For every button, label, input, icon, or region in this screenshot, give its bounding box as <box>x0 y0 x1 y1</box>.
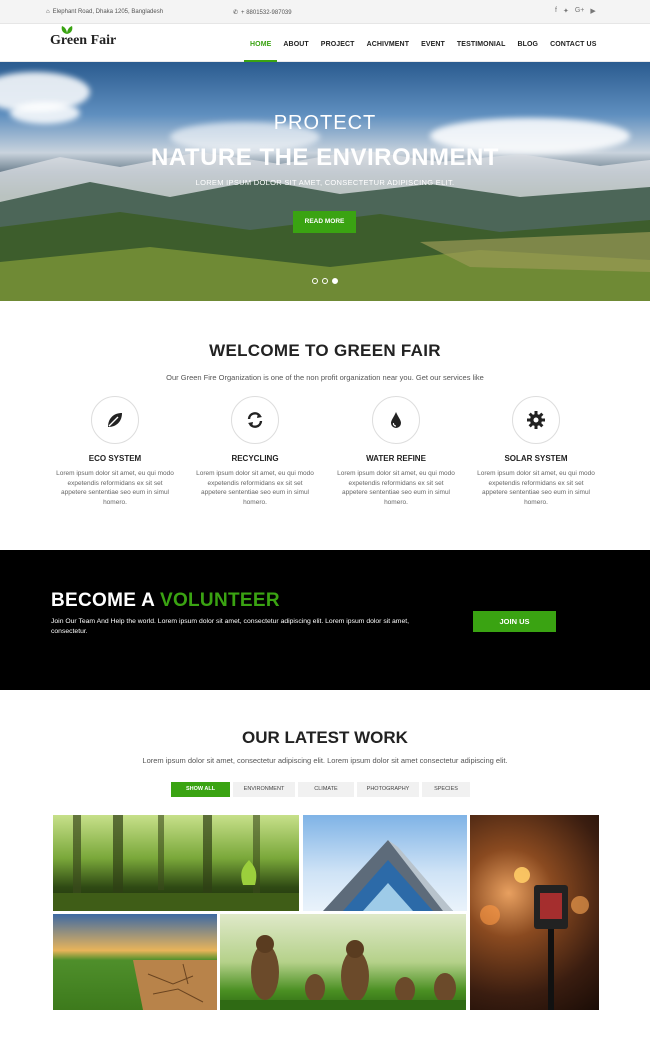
feature-icon-circle <box>91 396 139 444</box>
address: ⌂ Elephant Road, Dhaka 1205, Bangladesh <box>46 9 163 15</box>
latest-work-subtitle: Lorem ipsum dolor sit amet, consectetur … <box>142 756 508 765</box>
nav-blog[interactable]: BLOG <box>511 24 544 62</box>
feature-icon-circle <box>372 396 420 444</box>
feature-title: ECO SYSTEM <box>88 454 142 463</box>
facebook-icon[interactable]: f <box>555 7 557 15</box>
filter-show-all[interactable]: SHOW ALL <box>171 782 230 797</box>
recycle-icon <box>247 412 263 428</box>
feature-text: Lorem ipsum dolor sit amet, eu qui modo … <box>196 470 314 506</box>
read-more-button[interactable]: READ MORE <box>293 211 356 233</box>
hero-line-1: PROTECT <box>273 112 377 134</box>
feature-title: WATER REFINE <box>366 454 426 463</box>
nav-testimonial[interactable]: TESTIMONIAL <box>451 24 512 62</box>
logo[interactable]: Green Fair <box>50 26 117 49</box>
top-bar: ⌂ Elephant Road, Dhaka 1205, Bangladesh ✆… <box>0 0 650 24</box>
hero-slider: PROTECT NATURE THE ENVIRONMENT LOREM IPS… <box>0 62 650 301</box>
feature-title: SOLAR SYSTEM <box>504 454 568 463</box>
volunteer-banner: BECOME A VOLUNTEER Join Our Team And Hel… <box>0 550 650 690</box>
gear-icon <box>527 411 545 429</box>
portfolio-item-building[interactable] <box>303 815 467 911</box>
portfolio-item-forest[interactable] <box>53 815 299 911</box>
twitter-icon[interactable]: ✦ <box>563 7 569 15</box>
water-drop-icon <box>391 412 401 428</box>
feature-icon-circle <box>512 396 560 444</box>
latest-work-title: OUR LATEST WORK <box>242 728 408 747</box>
feature-text: Lorem ipsum dolor sit amet, eu qui modo … <box>477 470 595 506</box>
slider-dot-2[interactable] <box>322 278 328 284</box>
forest-image <box>53 815 299 911</box>
welcome-subtitle: Our Green Fire Organization is one of th… <box>166 373 484 382</box>
nav-about[interactable]: ABOUT <box>277 24 314 62</box>
filter-photography[interactable]: PHOTOGRAPHY <box>357 782 419 797</box>
phone-text: + 8801532-987039 <box>241 10 292 16</box>
feature-water-refine: WATER REFINE Lorem ipsum dolor sit amet,… <box>331 396 461 507</box>
phone: ✆ + 8801532-987039 <box>233 9 292 16</box>
phone-icon: ✆ <box>233 10 239 16</box>
volunteer-title: BECOME A VOLUNTEER <box>51 590 280 612</box>
hero-title: NATURE THE ENVIRONMENT <box>151 144 499 171</box>
cracked-earth-image <box>133 960 217 1010</box>
hero-subtitle: LOREM IPSUM DOLOR SIT AMET, CONSECTETUR … <box>195 178 455 187</box>
volunteer-text: Join Our Team And Help the world. Lorem … <box>51 618 410 635</box>
portfolio-item-camera[interactable] <box>470 815 599 1010</box>
welcome-title: WELCOME TO GREEN FAIR <box>209 341 441 360</box>
feature-title: RECYCLING <box>231 454 279 463</box>
filter-species[interactable]: SPECIES <box>422 782 470 797</box>
home-icon: ⌂ <box>46 9 50 15</box>
leaf-icon <box>108 413 122 427</box>
slider-dot-3[interactable] <box>332 278 338 284</box>
nav-home[interactable]: HOME <box>244 24 278 62</box>
leaf-logo-icon <box>61 26 73 34</box>
portfolio-filters: SHOW ALL ENVIRONMENT CLIMATE PHOTOGRAPHY… <box>171 782 470 797</box>
feature-text: Lorem ipsum dolor sit amet, eu qui modo … <box>337 470 455 506</box>
nav-project[interactable]: PROJECT <box>315 24 361 62</box>
address-text: Elephant Road, Dhaka 1205, Bangladesh <box>52 9 164 15</box>
portfolio-item-climate[interactable] <box>53 914 217 1010</box>
social-links: f ✦ G+ ▶ <box>555 7 596 15</box>
nav-event[interactable]: EVENT <box>415 24 451 62</box>
feature-solar-system: SOLAR SYSTEM Lorem ipsum dolor sit amet,… <box>471 396 601 507</box>
filter-climate[interactable]: CLIMATE <box>298 782 354 797</box>
volunteer-title-green: VOLUNTEER <box>159 590 280 611</box>
groundhogs-image <box>220 935 466 1010</box>
youtube-icon[interactable]: ▶ <box>590 7 595 15</box>
feature-text: Lorem ipsum dolor sit amet, eu qui modo … <box>56 470 174 506</box>
main-menu: HOME ABOUT PROJECT ACHIVMENT EVENT TESTI… <box>244 24 602 62</box>
portfolio-item-species[interactable] <box>220 914 466 1010</box>
camera-image <box>480 867 589 1010</box>
nav-contact-us[interactable]: CONTACT US <box>544 24 602 62</box>
nav-achivment[interactable]: ACHIVMENT <box>361 24 416 62</box>
building-image <box>323 840 453 911</box>
feature-eco-system: ECO SYSTEM Lorem ipsum dolor sit amet, e… <box>50 396 180 507</box>
google-plus-icon[interactable]: G+ <box>575 7 585 15</box>
join-us-button[interactable]: JOIN US <box>473 611 556 632</box>
filter-environment[interactable]: ENVIRONMENT <box>233 782 295 797</box>
slider-dots <box>312 278 338 284</box>
main-navbar: Green Fair HOME ABOUT PROJECT ACHIVMENT … <box>0 24 650 62</box>
volunteer-title-white: BECOME A <box>51 590 160 611</box>
logo-text: Green Fair <box>50 33 117 48</box>
feature-recycling: RECYCLING Lorem ipsum dolor sit amet, eu… <box>190 396 320 507</box>
feature-icon-circle <box>231 396 279 444</box>
slider-dot-1[interactable] <box>312 278 318 284</box>
